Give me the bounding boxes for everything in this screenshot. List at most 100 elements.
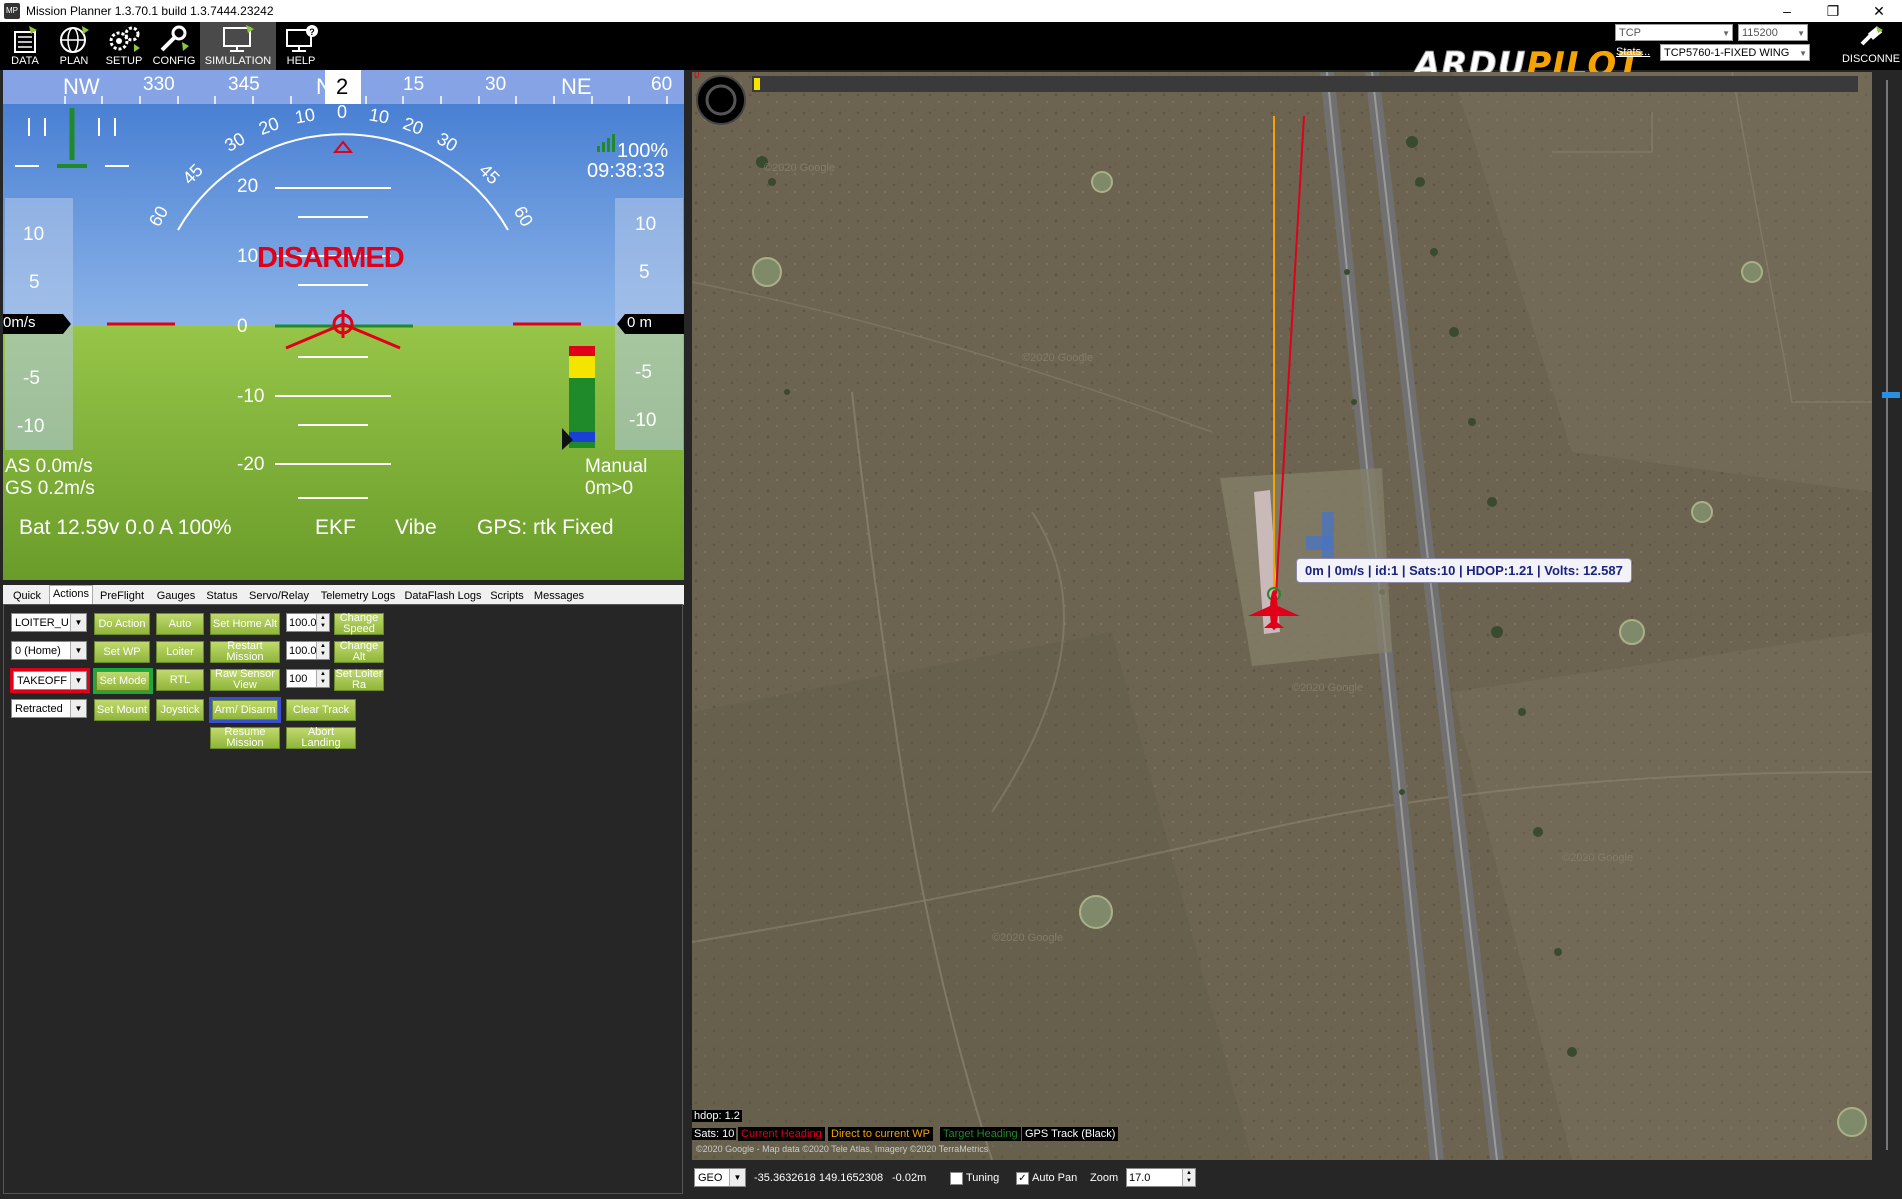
auto-button[interactable]: Auto (156, 613, 204, 635)
altitude-readout: 0 m (627, 314, 653, 331)
armed-status: DISARMED (257, 242, 405, 274)
set-mount-button[interactable]: Set Mount (94, 699, 150, 721)
mode-select[interactable]: TAKEOFF ▼ (10, 668, 90, 693)
pitch-label: 0 (237, 316, 248, 337)
speed-tick: 10 (23, 224, 45, 245)
pitch-label: 20 (237, 176, 259, 197)
help-button[interactable]: ? HELP (278, 22, 324, 70)
spinner-icon[interactable]: ▲ ▼ (316, 670, 329, 687)
heading-current: 2 (336, 74, 349, 99)
speed-tick: -5 (23, 368, 40, 389)
spinner-icon[interactable]: ▲ ▼ (316, 614, 329, 631)
restart-mission-button[interactable]: Restart Mission (210, 641, 280, 663)
mav-command-select[interactable]: LOITER_U ▼ (11, 613, 87, 632)
heading-label-60: 60 (651, 74, 673, 95)
groundspeed: GS 0.2m/s (5, 478, 95, 499)
set-home-alt-button[interactable]: Set Home Alt (210, 613, 280, 635)
roll-label: 10 (367, 104, 391, 128)
tab-actions[interactable]: Actions (49, 585, 93, 606)
spinner-icon[interactable]: ▲ ▼ (316, 642, 329, 659)
arm-disarm-button[interactable]: Arm/ Disarm (209, 697, 281, 723)
heading-label-n: N (316, 74, 332, 99)
main-toolbar: DATA PLAN SETUP CONFIG SIMULATION ? HELP… (0, 22, 1902, 83)
tab-bar: Quick Actions PreFlight Gauges Status Se… (3, 585, 684, 606)
alt-input[interactable]: 100.0 ▲ ▼ (286, 641, 330, 660)
legend-gps-track: GPS Track (Black) (1022, 1127, 1119, 1141)
plan-button[interactable]: PLAN (50, 22, 98, 70)
simulation-button[interactable]: SIMULATION (200, 22, 276, 70)
zoom-label: Zoom (1090, 1172, 1119, 1184)
window-title-bar: MP Mission Planner 1.3.70.1 build 1.3.74… (0, 0, 1902, 22)
pitch-label: 10 (237, 246, 259, 267)
data-icon (14, 26, 37, 53)
chevron-down-icon: ▼ (729, 1169, 745, 1186)
simulation-label: SIMULATION (204, 55, 272, 67)
map-watermark: ©2020 Google (1562, 852, 1634, 864)
resume-mission-button[interactable]: Resume Mission (210, 727, 280, 749)
stats-link[interactable]: Stats... (1616, 46, 1650, 58)
mount-select[interactable]: Retracted ▼ (11, 699, 87, 718)
window-title: Mission Planner 1.3.70.1 build 1.3.7444.… (26, 4, 274, 18)
do-action-button[interactable]: Do Action (94, 613, 150, 635)
waypoint-select[interactable]: 0 (Home) ▼ (11, 641, 87, 660)
altitude-tick: 5 (639, 262, 650, 283)
set-mode-button[interactable]: Set Mode (93, 668, 153, 694)
monitor-icon (223, 25, 254, 52)
raw-sensor-view-button[interactable]: Raw Sensor View (210, 669, 280, 691)
restore-button[interactable]: ❐ (1810, 0, 1856, 22)
pitch-label: -20 (237, 454, 265, 475)
chevron-down-icon: ▼ (1799, 49, 1807, 58)
app-icon: MP (4, 3, 20, 19)
zoom-slider-handle[interactable] (1882, 392, 1900, 398)
speed-tick: -10 (17, 416, 45, 437)
heading-label-30: 30 (485, 74, 507, 95)
connection-type-select[interactable]: TCP ▼ (1615, 24, 1733, 41)
set-wp-button[interactable]: Set WP (94, 641, 150, 663)
vibe-status[interactable]: Vibe (395, 516, 437, 540)
roll-label: 0 (337, 102, 348, 122)
speed-readout: 0m/s (3, 314, 36, 331)
config-button[interactable]: CONFIG (150, 22, 198, 70)
plug-icon (1860, 26, 1883, 46)
heading-label-330: 330 (143, 74, 175, 95)
loiter-radius-input[interactable]: 100 ▲ ▼ (286, 669, 330, 688)
minimize-button[interactable]: – (1764, 0, 1810, 22)
autopan-checkbox[interactable]: ✓ (1016, 1172, 1029, 1185)
vehicle-tooltip: 0m | 0m/s | id:1 | Sats:10 | HDOP:1.21 |… (1296, 558, 1632, 583)
data-button[interactable]: DATA (2, 22, 48, 70)
loiter-button[interactable]: Loiter (156, 641, 204, 663)
coord-system-select[interactable]: GEO ▼ (694, 1168, 746, 1187)
flight-mode: Manual (585, 456, 648, 477)
progress-marker: 0 (694, 72, 700, 81)
hdop-readout: hdop: 1.2 (692, 1110, 742, 1122)
clear-track-button[interactable]: Clear Track (286, 699, 356, 721)
legend-direct-to-wp: Direct to current WP (828, 1127, 934, 1141)
globe-icon (60, 26, 89, 53)
setup-button[interactable]: SETUP (100, 22, 148, 70)
setup-label: SETUP (105, 55, 143, 67)
waypoint-info: 0m>0 (585, 478, 634, 499)
change-alt-button[interactable]: Change Alt (334, 641, 384, 663)
close-button[interactable]: ✕ (1856, 0, 1902, 22)
home-alt-input[interactable]: 100.0 ▲ ▼ (286, 613, 330, 632)
ekf-status[interactable]: EKF (315, 516, 356, 540)
map-zoom-scrollbar[interactable] (1874, 72, 1902, 1160)
help-monitor-icon: ? (286, 25, 318, 52)
link-select[interactable]: TCP5760-1-FIXED WING ▼ (1660, 44, 1810, 61)
set-loiter-radius-button[interactable]: Set Loiter Ra (334, 669, 384, 691)
battery-status: Bat 12.59v 0.0 A 100% (19, 516, 232, 539)
heading-label-345: 345 (228, 74, 260, 95)
joystick-button[interactable]: Joystick (156, 699, 204, 721)
rtl-button[interactable]: RTL (156, 669, 204, 691)
change-speed-button[interactable]: Change Speed (334, 613, 384, 635)
mission-progress-bar (752, 76, 1858, 92)
baud-rate-select[interactable]: 115200 ▼ (1738, 24, 1808, 41)
pitch-label: -10 (237, 386, 265, 407)
map-view[interactable]: 0m | 0m/s | id:1 | Sats:10 | HDOP:1.21 |… (692, 72, 1872, 1160)
disconnect-button[interactable]: DISCONNE (1840, 24, 1902, 70)
tuning-checkbox[interactable] (950, 1172, 963, 1185)
speed-tick: 5 (29, 272, 40, 293)
spinner-icon[interactable]: ▲ ▼ (1182, 1169, 1195, 1186)
zoom-input[interactable]: 17.0 ▲ ▼ (1126, 1168, 1196, 1187)
abort-landing-button[interactable]: Abort Landing (286, 727, 356, 749)
